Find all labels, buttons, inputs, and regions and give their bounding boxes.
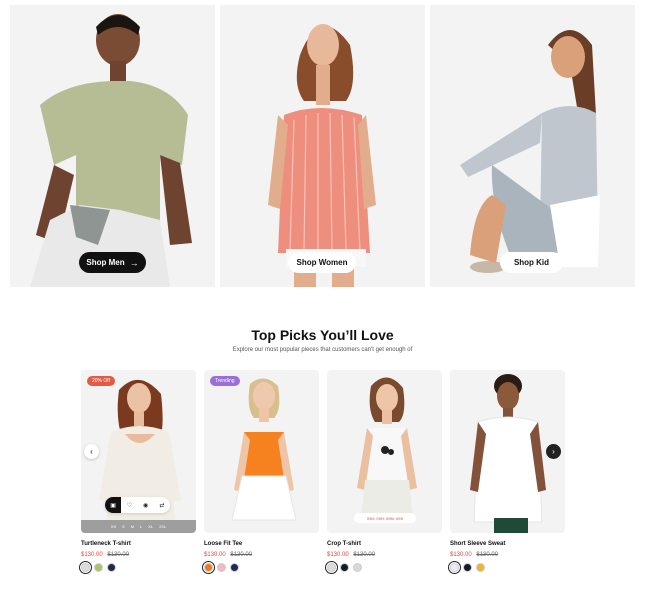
current-price: $130.00	[450, 552, 472, 558]
current-price: $130.00	[204, 552, 226, 558]
size-option[interactable]: XL	[148, 524, 153, 529]
product-name[interactable]: Crop T-shirt	[327, 541, 442, 547]
product-card[interactable]: Short Sleeve Sweat $130.00 $130.00	[450, 370, 565, 572]
eye-icon[interactable]: ◉	[138, 497, 154, 513]
compare-icon[interactable]: ⇄	[154, 497, 170, 513]
current-price: $130.00	[81, 552, 103, 558]
product-card[interactable]: Trending Loose Fit Tee $130.00 $130.00	[204, 370, 319, 572]
kid-model-image	[460, 30, 600, 273]
color-swatch[interactable]	[81, 563, 90, 572]
shop-kid-label: Shop Kid	[513, 258, 550, 267]
countdown-timer: 09D: 09H: 09M: 09S	[354, 513, 416, 523]
chevron-right-icon: ›	[552, 447, 555, 456]
product-name[interactable]: Loose Fit Tee	[204, 541, 319, 547]
discount-badge: 20% Off	[87, 376, 115, 386]
chevron-left-icon: ‹	[90, 447, 93, 456]
color-swatch[interactable]	[340, 563, 349, 572]
color-swatch[interactable]	[463, 563, 472, 572]
color-swatch[interactable]	[327, 563, 336, 572]
color-swatch[interactable]	[230, 563, 239, 572]
old-price: $130.00	[230, 552, 253, 558]
product-prices: $130.00 $130.00	[450, 552, 565, 558]
color-swatches	[81, 563, 196, 572]
color-swatch[interactable]	[476, 563, 485, 572]
product-card[interactable]: 09D: 09H: 09M: 09S Crop T-shirt $130.00 …	[327, 370, 442, 572]
color-swatch[interactable]	[204, 563, 213, 572]
quick-actions-bar: ▣ ♡ ◉ ⇄	[105, 497, 170, 513]
women-model-image	[268, 24, 376, 287]
color-swatch[interactable]	[450, 563, 459, 572]
current-price: $130.00	[327, 552, 349, 558]
old-price: $130.00	[107, 552, 130, 558]
arrow-right-icon: →	[129, 257, 139, 268]
color-swatch[interactable]	[353, 563, 362, 572]
size-option[interactable]: M	[131, 524, 134, 529]
carousel-next-button[interactable]: ›	[546, 444, 561, 459]
product-image[interactable]: 09D: 09H: 09M: 09S	[327, 370, 442, 533]
product-prices: $130.00 $130.00	[327, 552, 442, 558]
product-card[interactable]: 20% Off ▣ ♡ ◉ ⇄ XS S M L XL 2XL Turtlene…	[81, 370, 196, 572]
shop-kid-button[interactable]: Shop Kid	[500, 252, 563, 273]
hero-card-kid[interactable]: Shop Kid	[430, 5, 635, 287]
bag-icon[interactable]: ▣	[105, 497, 122, 513]
color-swatch[interactable]	[107, 563, 116, 572]
size-option[interactable]: XS	[111, 524, 116, 529]
shop-men-button[interactable]: Shop Men →	[79, 252, 146, 273]
shop-men-label: Shop Men	[86, 258, 125, 267]
product-image[interactable]: Trending	[204, 370, 319, 533]
hero-card-women[interactable]: Shop Women	[220, 5, 425, 287]
product-prices: $130.00 $130.00	[204, 552, 319, 558]
product-photo	[231, 378, 297, 521]
trending-badge: Trending	[210, 376, 240, 386]
product-prices: $130.00 $130.00	[81, 552, 196, 558]
carousel-prev-button[interactable]: ‹	[84, 444, 99, 459]
product-name[interactable]: Turtleneck T-shirt	[81, 541, 196, 547]
shop-women-label: Shop Women	[296, 258, 348, 267]
size-option[interactable]: 2XL	[159, 524, 166, 529]
size-option[interactable]: S	[122, 524, 125, 529]
shop-women-button[interactable]: Shop Women	[288, 252, 356, 273]
product-name[interactable]: Short Sleeve Sweat	[450, 541, 565, 547]
heart-icon[interactable]: ♡	[121, 497, 137, 513]
color-swatches	[204, 563, 319, 572]
men-model-image	[30, 14, 192, 287]
section-title: Top Picks You’ll Love	[251, 327, 394, 343]
color-swatch[interactable]	[94, 563, 103, 572]
color-swatch[interactable]	[217, 563, 226, 572]
color-swatches	[450, 563, 565, 572]
size-options: XS S M L XL 2XL	[81, 520, 196, 533]
old-price: $130.00	[353, 552, 376, 558]
color-swatches	[327, 563, 442, 572]
hero-card-men[interactable]: Shop Men →	[10, 5, 215, 287]
section-subtitle: Explore our most popular pieces that cus…	[232, 347, 413, 353]
size-option[interactable]: L	[140, 524, 142, 529]
old-price: $130.00	[476, 552, 499, 558]
product-photo	[357, 377, 417, 520]
